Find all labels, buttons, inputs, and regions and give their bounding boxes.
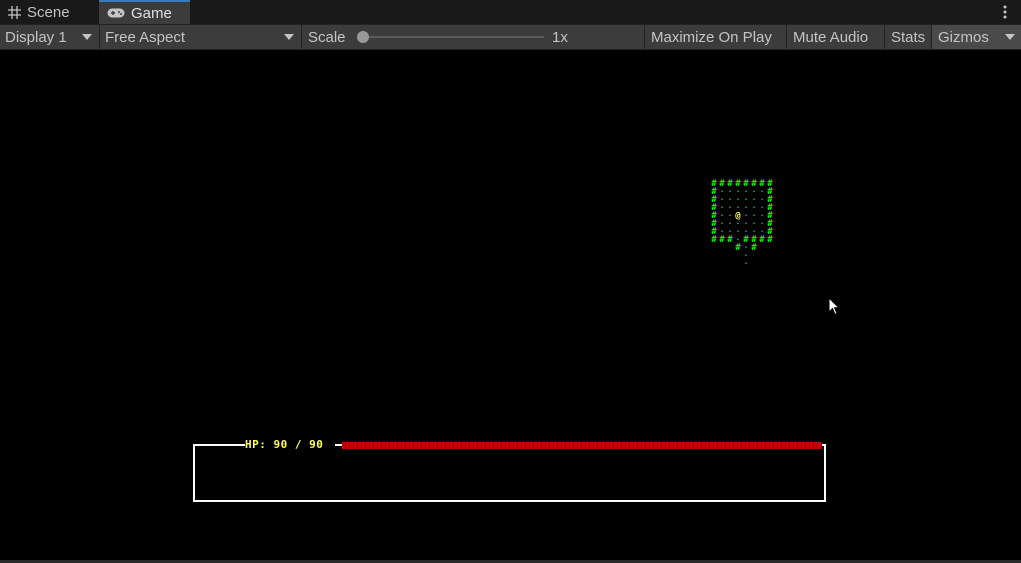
wall-tile: # [735,243,741,253]
game-viewport[interactable]: # # # # # # # # # · · · · · · # # · · · · · · # # · · · · · · # # · · @ · · · #… [0,50,1021,560]
gamepad-icon [107,7,125,19]
wall-tile: # [767,235,773,245]
hud-panel [193,445,826,502]
hp-bar [342,442,822,449]
tab-game-label: Game [131,4,172,22]
divider [301,25,302,49]
hud-frame-top [822,444,826,446]
maximize-on-play-button[interactable]: Maximize On Play [645,25,785,49]
gizmos-dropdown[interactable] [997,25,1021,49]
hud-frame-top [193,444,245,446]
display-dropdown[interactable]: Display 1 [0,25,98,49]
window-tab-bar: Scene Game [0,0,1021,25]
floor-tile: · [744,259,749,268]
scale-label: Scale [308,28,346,46]
wall-tile: # [727,235,733,245]
mute-audio-button[interactable]: Mute Audio [787,25,883,49]
wall-tile: # [759,235,765,245]
aspect-dropdown-label: Free Aspect [105,28,186,46]
scale-slider-handle[interactable] [357,31,369,43]
tab-scene-label: Scene [27,3,70,21]
grid-icon [8,5,21,19]
aspect-dropdown[interactable]: Free Aspect [100,25,300,49]
hp-label: HP: 90 / 90 [245,438,324,451]
chevron-down-icon [1005,34,1015,40]
mouse-cursor-icon [828,296,841,321]
scale-slider-track[interactable] [362,36,544,38]
chevron-down-icon [284,34,294,40]
more-options-icon[interactable] [997,4,1013,20]
game-view-toolbar: Display 1 Free Aspect Scale 1x Maximize … [0,25,1021,50]
display-dropdown-label: Display 1 [5,28,67,46]
tab-scene[interactable]: Scene [0,0,95,24]
gizmos-button[interactable]: Gizmos [932,25,997,49]
wall-tile: # [751,243,757,253]
tab-game[interactable]: Game [99,0,190,24]
scale-value: 1x [552,28,568,46]
chevron-down-icon [82,34,92,40]
wall-tile: # [719,235,725,245]
wall-tile: # [711,235,717,245]
stats-button[interactable]: Stats [885,25,930,49]
